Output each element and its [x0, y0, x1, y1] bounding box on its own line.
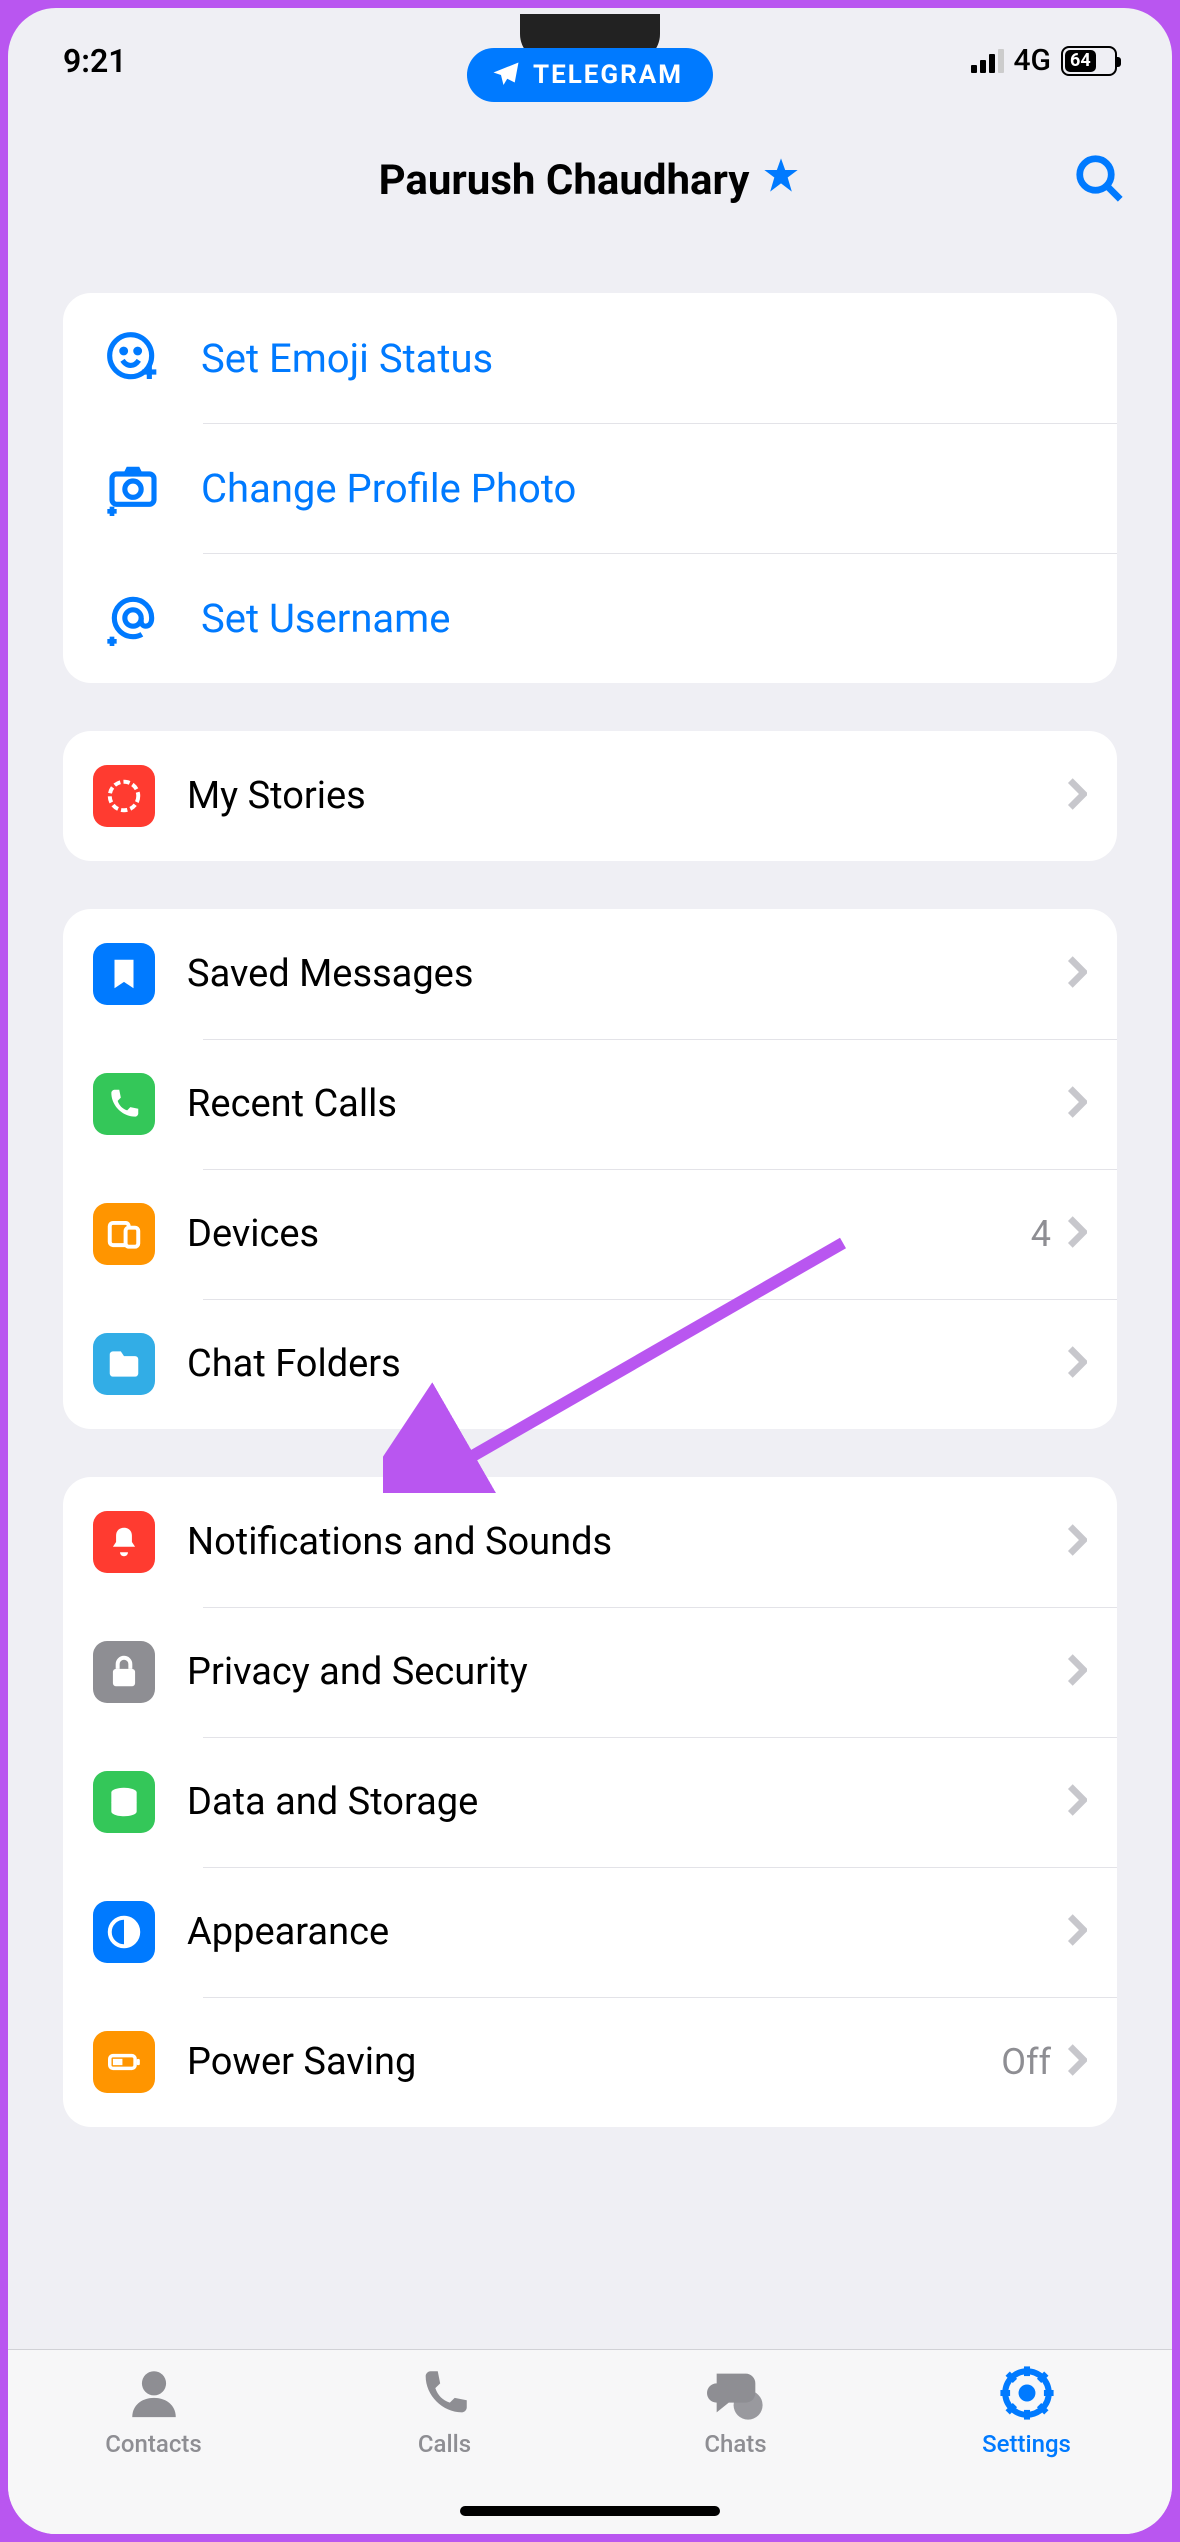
app-pill[interactable]: TELEGRAM — [467, 48, 713, 102]
row-label: Set Emoji Status — [201, 335, 493, 382]
bookmark-icon — [93, 943, 155, 1005]
database-icon — [93, 1771, 155, 1833]
tab-contacts[interactable]: Contacts — [8, 2364, 299, 2534]
gear-icon — [998, 2364, 1056, 2422]
home-indicator[interactable] — [460, 2506, 720, 2516]
row-label: Privacy and Security — [187, 1650, 1067, 1694]
privacy-row[interactable]: Privacy and Security — [63, 1607, 1117, 1737]
chat-management-group: Saved Messages Recent Calls Devices 4 — [63, 909, 1117, 1429]
phone-frame: 9:21 TELEGRAM 4G 64 Paurush Chaudhary — [8, 8, 1172, 2534]
preferences-group: Notifications and Sounds Privacy and Sec… — [63, 1477, 1117, 2127]
battery-level: 64 — [1065, 50, 1096, 72]
row-label: Recent Calls — [187, 1082, 1067, 1126]
contrast-circle-icon — [93, 1901, 155, 1963]
folder-icon — [93, 1333, 155, 1395]
row-label: My Stories — [187, 774, 1067, 818]
tab-bar: Contacts Calls Chats Settings — [8, 2349, 1172, 2534]
profile-name: Paurush Chaudhary — [379, 156, 750, 205]
row-label: Set Username — [201, 595, 450, 642]
chevron-right-icon — [1067, 1523, 1087, 1561]
chevron-right-icon — [1067, 1085, 1087, 1123]
set-emoji-status-row[interactable]: Set Emoji Status — [63, 293, 1117, 423]
row-label: Chat Folders — [187, 1342, 1067, 1386]
recent-calls-row[interactable]: Recent Calls — [63, 1039, 1117, 1169]
status-bar: 9:21 TELEGRAM 4G 64 — [8, 8, 1172, 113]
profile-actions-group: Set Emoji Status Change Profile Photo Se… — [63, 293, 1117, 683]
row-label: Devices — [187, 1212, 1031, 1256]
chevron-right-icon — [1067, 1215, 1087, 1253]
notifications-row[interactable]: Notifications and Sounds — [63, 1477, 1117, 1607]
my-stories-row[interactable]: My Stories — [63, 731, 1117, 861]
row-label: Notifications and Sounds — [187, 1520, 1067, 1564]
contacts-icon — [125, 2364, 183, 2422]
cellular-signal-icon — [971, 49, 1004, 73]
phone-icon — [416, 2364, 474, 2422]
search-button[interactable] — [1073, 152, 1127, 210]
row-label: Appearance — [187, 1910, 1067, 1954]
row-label: Saved Messages — [187, 952, 1067, 996]
bell-icon — [93, 1511, 155, 1573]
appearance-row[interactable]: Appearance — [63, 1867, 1117, 1997]
power-saving-value: Off — [1001, 2041, 1051, 2083]
data-storage-row[interactable]: Data and Storage — [63, 1737, 1117, 1867]
chats-icon — [707, 2364, 765, 2422]
tab-label: Settings — [982, 2430, 1071, 2458]
stories-group: My Stories — [63, 731, 1117, 861]
camera-plus-icon — [93, 460, 173, 516]
at-plus-icon — [93, 590, 173, 646]
chevron-right-icon — [1067, 2043, 1087, 2081]
chevron-right-icon — [1067, 1783, 1087, 1821]
row-label: Change Profile Photo — [201, 465, 576, 512]
row-label: Data and Storage — [187, 1780, 1067, 1824]
chevron-right-icon — [1067, 955, 1087, 993]
premium-star-icon — [761, 155, 801, 206]
tab-label: Calls — [418, 2430, 471, 2458]
chevron-right-icon — [1067, 1345, 1087, 1383]
app-pill-label: TELEGRAM — [533, 60, 683, 90]
devices-icon — [93, 1203, 155, 1265]
settings-content: Set Emoji Status Change Profile Photo Se… — [8, 248, 1172, 2349]
battery-icon: 64 — [1061, 46, 1117, 76]
tab-settings[interactable]: Settings — [881, 2364, 1172, 2534]
chat-folders-row[interactable]: Chat Folders — [63, 1299, 1117, 1429]
search-icon — [1073, 152, 1127, 206]
tab-label: Chats — [704, 2430, 766, 2458]
status-time: 9:21 — [63, 42, 127, 80]
row-label: Power Saving — [187, 2040, 1001, 2084]
chevron-right-icon — [1067, 777, 1087, 815]
change-profile-photo-row[interactable]: Change Profile Photo — [63, 423, 1117, 553]
phone-icon — [93, 1073, 155, 1135]
saved-messages-row[interactable]: Saved Messages — [63, 909, 1117, 1039]
telegram-plane-icon — [491, 60, 521, 90]
chevron-right-icon — [1067, 1913, 1087, 1951]
page-title: Paurush Chaudhary — [379, 155, 802, 206]
set-username-row[interactable]: Set Username — [63, 553, 1117, 683]
chevron-right-icon — [1067, 1653, 1087, 1691]
devices-row[interactable]: Devices 4 — [63, 1169, 1117, 1299]
battery-icon — [93, 2031, 155, 2093]
smile-plus-icon — [93, 330, 173, 386]
tab-label: Contacts — [105, 2430, 201, 2458]
settings-header: Paurush Chaudhary — [8, 113, 1172, 248]
status-indicators: 4G 64 — [971, 43, 1118, 78]
stories-icon — [93, 765, 155, 827]
power-saving-row[interactable]: Power Saving Off — [63, 1997, 1117, 2127]
network-type: 4G — [1014, 43, 1052, 78]
devices-count: 4 — [1031, 1213, 1051, 1255]
lock-icon — [93, 1641, 155, 1703]
